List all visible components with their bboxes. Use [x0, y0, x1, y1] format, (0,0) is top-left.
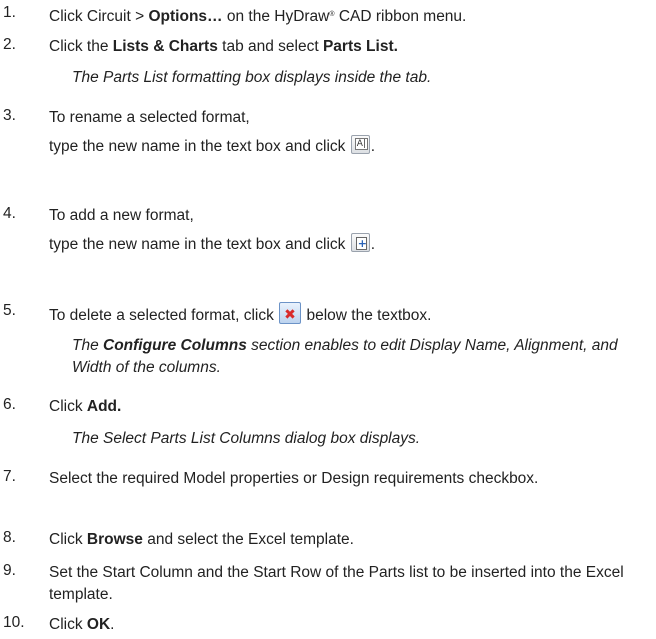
note-text: The	[72, 337, 104, 354]
step-bold-text: Options…	[148, 8, 223, 25]
step-number: 5.	[3, 302, 16, 319]
step-bold-text: Add.	[86, 398, 122, 415]
step-number: 10.	[3, 614, 25, 631]
step-text: CAD ribbon menu.	[334, 8, 467, 25]
step-number: 6.	[3, 396, 16, 413]
step-text: To add a new format,	[49, 207, 194, 224]
step-number: 3.	[3, 107, 16, 124]
step-text: Click	[49, 531, 87, 548]
delete-format-icon[interactable]	[279, 302, 302, 326]
step-text: To rename a selected format,	[49, 109, 250, 126]
step-text: on the HyDraw	[222, 8, 330, 25]
step-text: and select the Excel template.	[142, 531, 354, 548]
step-bold-text: Parts List.	[322, 38, 398, 55]
step-text: type the new name in the text box and cl…	[49, 138, 346, 155]
step-text: Click	[49, 398, 87, 415]
step-number: 8.	[3, 529, 16, 546]
step-text: tab and select	[217, 38, 323, 55]
note-bold-text: Configure Columns	[103, 337, 247, 354]
step-bold-text: Lists & Charts	[112, 38, 218, 55]
add-format-icon[interactable]	[350, 233, 370, 255]
step-text: Set the Start Column and the Start Row o…	[49, 564, 624, 603]
step-text: .	[370, 236, 376, 253]
step-number: 2.	[3, 36, 16, 53]
step-note: The Configure Columns section enables to…	[72, 335, 648, 379]
step-number: 9.	[3, 562, 16, 579]
step-text: Click the	[49, 38, 113, 55]
step-text: Click Circuit >	[49, 8, 149, 25]
step-note: The Select Parts List Columns dialog box…	[72, 430, 421, 447]
step-text: To delete a selected format, click	[49, 307, 274, 324]
step-note: The Parts List formatting box displays i…	[72, 69, 432, 86]
step-number: 1.	[3, 4, 16, 21]
step-bold-text: Browse	[86, 531, 143, 548]
step-text: .	[110, 616, 115, 633]
step-bold-text: OK	[86, 616, 111, 633]
step-text: .	[370, 138, 376, 155]
step-number: 7.	[3, 468, 16, 485]
step-text: Click	[49, 616, 87, 633]
step-text: type the new name in the text box and cl…	[49, 236, 346, 253]
step-text: below the textbox.	[302, 307, 432, 324]
step-text: Select the required Model properties or …	[49, 470, 539, 487]
rename-format-icon[interactable]	[350, 135, 370, 154]
step-number: 4.	[3, 205, 16, 222]
